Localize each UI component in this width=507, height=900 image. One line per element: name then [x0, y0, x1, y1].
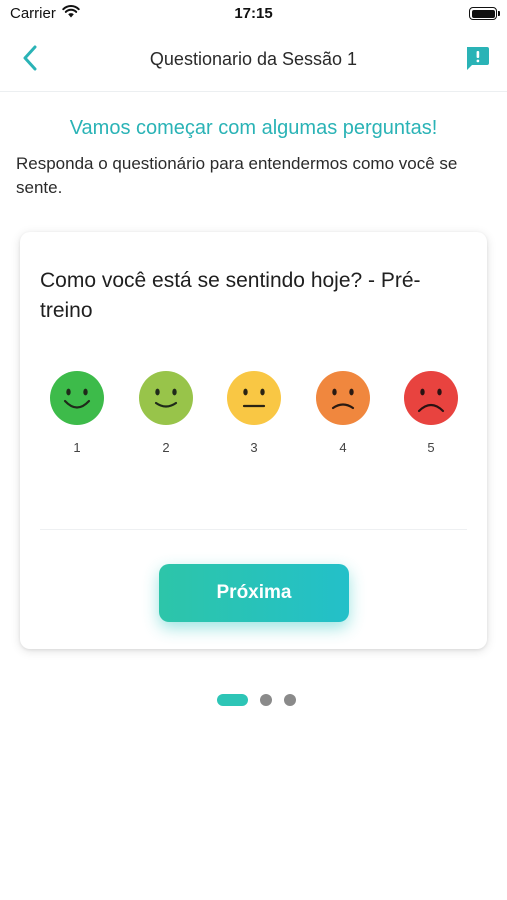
neutral-face-icon — [226, 370, 282, 426]
question-card: Como você está se sentindo hoje? - Pré-t… — [20, 232, 487, 649]
mood-option-1[interactable]: 1 — [49, 370, 105, 455]
feedback-icon — [464, 45, 490, 76]
mood-label-1: 1 — [73, 440, 81, 455]
page-indicator — [0, 693, 507, 707]
page-title: Questionario da Sessão 1 — [149, 49, 358, 69]
page-dot — [260, 694, 272, 706]
very-sad-face-icon — [403, 370, 459, 426]
mood-label-4: 4 — [339, 440, 347, 455]
mood-scale: 1 2 3 4 5 — [20, 370, 487, 470]
sad-face-icon — [315, 370, 371, 426]
nav-bar: Questionario da Sessão 1 — [0, 28, 507, 92]
mood-option-3[interactable]: 3 — [226, 370, 282, 455]
status-time: 17:15 — [234, 5, 273, 22]
mood-label-5: 5 — [427, 440, 435, 455]
mood-label-2: 2 — [162, 440, 170, 455]
report-button[interactable] — [461, 44, 493, 76]
mood-label-3: 3 — [250, 440, 258, 455]
intro-heading: Vamos começar com algumas perguntas! — [69, 117, 438, 139]
mood-option-5[interactable]: 5 — [403, 370, 459, 455]
battery-icon — [469, 7, 500, 20]
battery-fill — [471, 9, 495, 18]
page-dot — [284, 694, 296, 706]
happy-face-icon — [138, 370, 194, 426]
card-divider — [40, 529, 467, 530]
very-happy-face-icon — [49, 370, 105, 426]
mood-option-4[interactable]: 4 — [315, 370, 371, 455]
screen: Carrier 17:15 Questionario da Sessão 1 V… — [0, 0, 507, 900]
intro-subtitle: Responda o questionário para entendermos… — [16, 154, 458, 197]
page-dot-active — [217, 694, 248, 706]
question-text: Como você está se sentindo hoje? - Pré-t… — [40, 269, 421, 322]
next-button[interactable]: Próxima — [159, 564, 349, 622]
status-bar: Carrier 17:15 — [0, 0, 507, 28]
mood-option-2[interactable]: 2 — [138, 370, 194, 455]
